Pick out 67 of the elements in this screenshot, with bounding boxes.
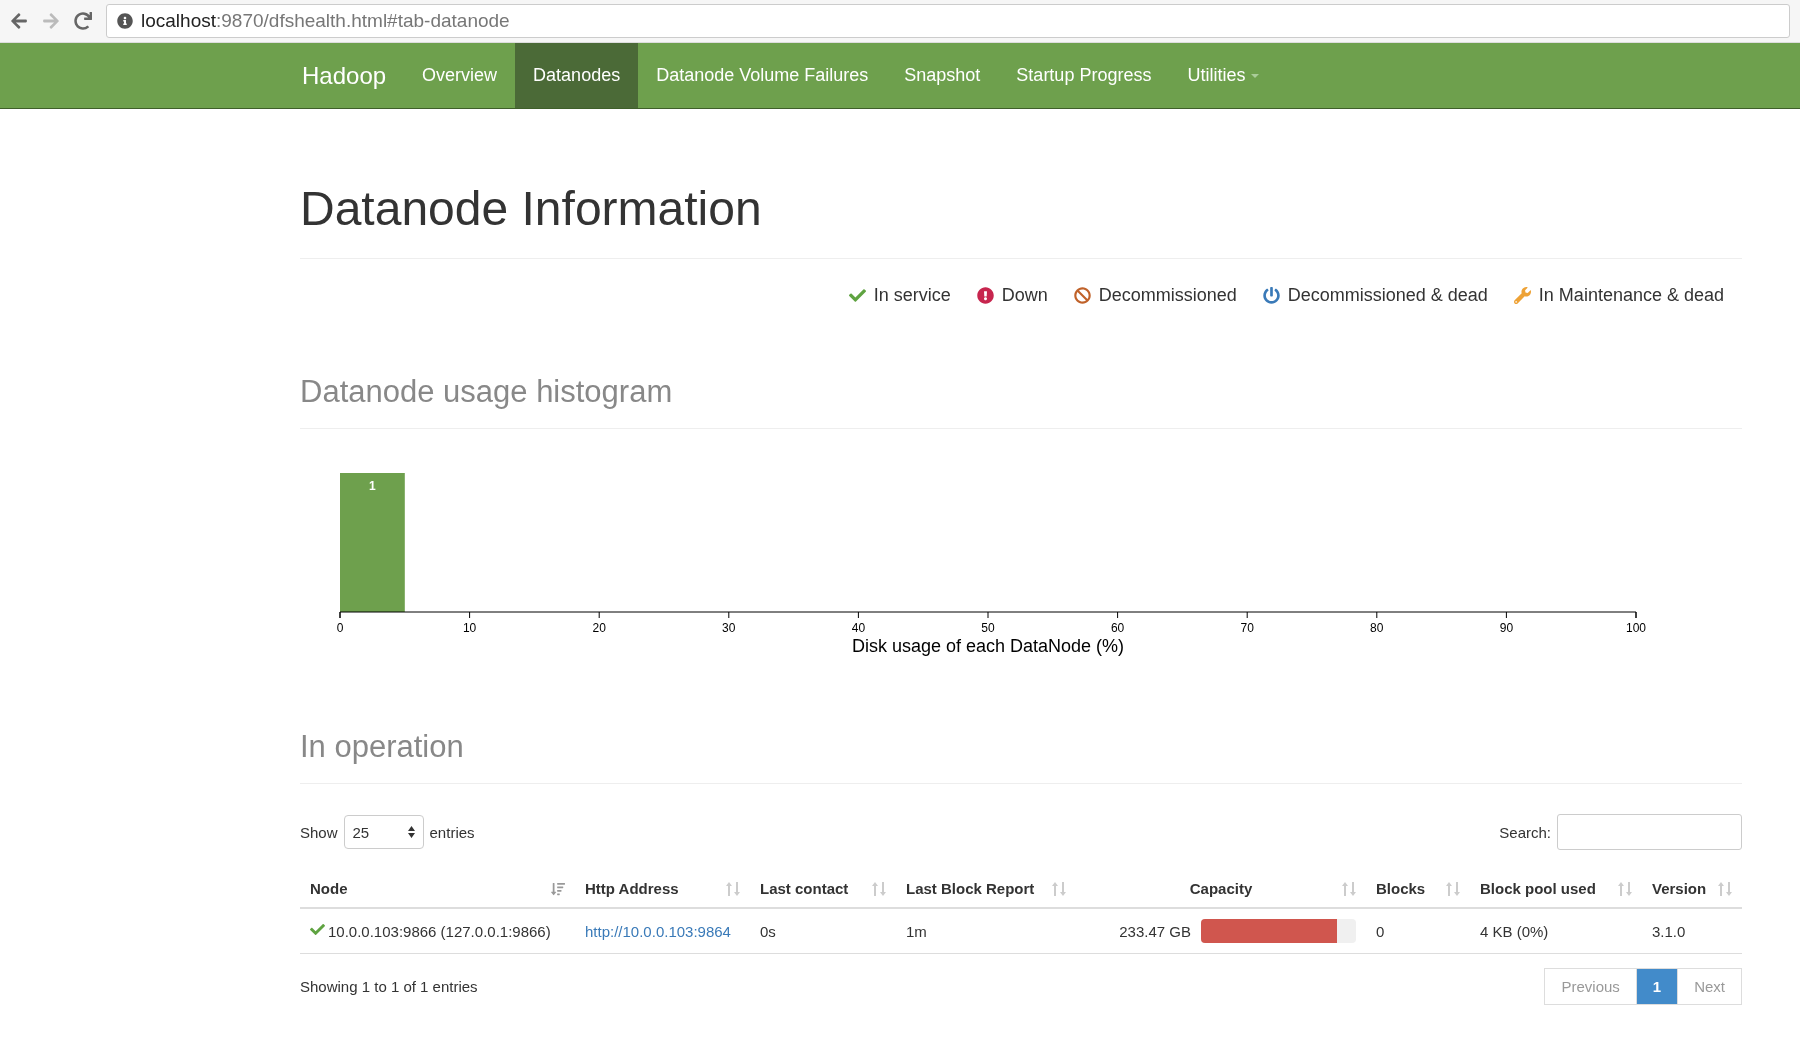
address-bar[interactable]: localhost:9870/dfshealth.html#tab-datanode [106, 4, 1790, 38]
page-title: Datanode Information [300, 181, 1742, 259]
legend-label: Decommissioned [1098, 285, 1237, 306]
tick-label: 20 [592, 621, 606, 635]
search-field[interactable] [1557, 814, 1742, 850]
nav-tab[interactable]: Startup Progress [998, 43, 1170, 108]
sort-icon[interactable] [1618, 880, 1632, 897]
nav-tab[interactable]: Utilities [1169, 43, 1278, 108]
axis-title: Disk usage of each DataNode (%) [851, 636, 1125, 656]
table-cell: 0 [1366, 908, 1470, 954]
nav-tab[interactable]: Snapshot [886, 43, 999, 108]
legend-label: In service [873, 285, 951, 306]
search-label: Search: [1499, 823, 1551, 841]
tick-label: 80 [1370, 621, 1384, 635]
tick-label: 70 [1240, 621, 1254, 635]
table-info: Showing 1 to 1 of 1 entries [300, 978, 478, 995]
updown-arrows-icon [407, 826, 415, 838]
http-address-link[interactable]: http://10.0.0.103:9864 [585, 922, 731, 940]
column-header[interactable]: Version [1652, 880, 1707, 897]
column-header[interactable]: Block pool used [1480, 880, 1596, 897]
sort-icon[interactable] [1342, 880, 1356, 897]
tick-label: 10 [462, 621, 477, 635]
tick-label: 40 [851, 621, 866, 635]
pagination-button[interactable]: 1 [1635, 968, 1679, 1005]
nav-tab[interactable]: Overview [404, 43, 516, 108]
back-icon[interactable] [10, 12, 28, 30]
reload-icon[interactable] [74, 12, 92, 30]
capacity-text: 233.47 GB [1119, 922, 1191, 940]
sort-icon[interactable] [726, 880, 740, 897]
legend-label: Down [1001, 285, 1048, 306]
info-icon[interactable] [117, 13, 133, 29]
legend-label: Decommissioned & dead [1287, 285, 1488, 306]
column-header[interactable]: Blocks [1376, 880, 1426, 897]
tick-label: 90 [1499, 621, 1514, 635]
nav-tab[interactable]: Datanodes [515, 43, 639, 108]
tick-label: 100 [1626, 621, 1646, 635]
tick-label: 0 [336, 621, 344, 635]
brand[interactable]: Hadoop [284, 43, 405, 108]
table-cell: 0s [750, 908, 896, 954]
sort-icon[interactable] [1446, 880, 1460, 897]
table-cell: 1m [896, 908, 1076, 954]
check-icon [310, 922, 325, 937]
column-header[interactable]: Last contact [760, 880, 849, 897]
sort-icon[interactable] [1718, 880, 1732, 897]
nav-tab[interactable]: Datanode Volume Failures [638, 43, 887, 108]
forward-icon[interactable] [42, 12, 60, 30]
bar-label: 1 [369, 479, 376, 493]
sort-icon[interactable] [872, 880, 886, 897]
tick-label: 60 [1110, 621, 1125, 635]
entries-label: entries [429, 823, 475, 841]
url-text: localhost:9870/dfshealth.html#tab-datanode [141, 10, 510, 32]
table-cell: 3.1.0 [1642, 908, 1742, 954]
sort-ascending-icon[interactable] [551, 881, 565, 896]
column-header[interactable]: Node [310, 880, 348, 897]
section-heading: In operation [300, 729, 1742, 784]
tick-label: 30 [722, 621, 736, 635]
sort-icon[interactable] [1052, 880, 1066, 897]
column-header[interactable]: Capacity [1189, 880, 1253, 897]
legend-label: In Maintenance & dead [1538, 285, 1724, 306]
column-header[interactable]: Last Block Report [906, 880, 1035, 897]
section-heading: Datanode usage histogram [300, 374, 1742, 429]
show-label: Show [300, 823, 338, 841]
table-cell: 10.0.0.103:9866 (127.0.0.1:9866) [300, 908, 575, 954]
table-cell: 4 KB (0%) [1470, 908, 1642, 954]
column-header[interactable]: Http Address [585, 880, 679, 897]
tick-label: 50 [981, 621, 995, 635]
page-size-select[interactable]: 25 [343, 815, 424, 849]
